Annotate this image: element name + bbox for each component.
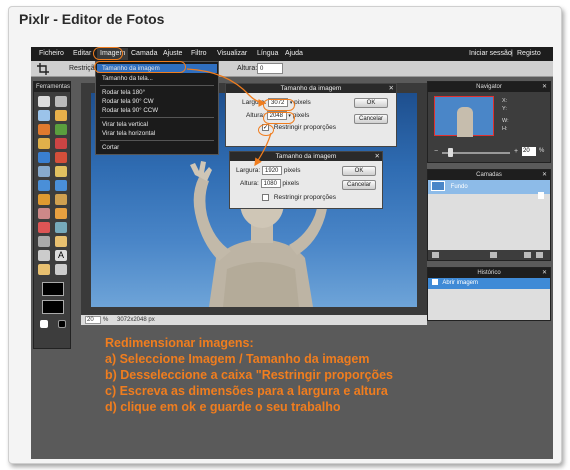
- navigator-thumbnail-statue: [457, 107, 473, 137]
- navigator-w-label: W:: [502, 118, 509, 124]
- pixlr-app: Ficheiro Editar Imagem Camada Ajuste Fil…: [31, 47, 553, 459]
- instruction-step-a: a) Seleccione Imagem / Tamanho da imagem: [105, 352, 370, 366]
- window-title: Pixlr - Editor de Fotos: [19, 11, 165, 27]
- layers-header: Camadas ✕: [428, 170, 550, 180]
- layers-panel: Camadas ✕ Fundo: [427, 169, 551, 261]
- instructions-overlay: Redimensionar imagens: a) Seleccione Ima…: [105, 335, 393, 415]
- navigator-panel: Navigator ✕ X: Y: W: H: − + 20 %: [427, 81, 551, 163]
- layers-title: Camadas: [476, 172, 502, 178]
- navigator-close-icon[interactable]: ✕: [542, 82, 547, 92]
- navigator-y-label: Y:: [502, 106, 507, 112]
- screenshot-card: Pixlr - Editor de Fotos Ficheiro Editar …: [8, 6, 562, 464]
- layer-thumbnail: [431, 181, 445, 192]
- zoom-in-icon[interactable]: +: [514, 148, 518, 155]
- history-title: Histórico: [477, 270, 501, 276]
- instruction-step-b: b) Desseleccione a caixa "Restringir pro…: [105, 368, 393, 382]
- navigator-x-label: X:: [502, 98, 508, 104]
- instruction-step-d: d) clique em ok e guarde o seu trabalho: [105, 400, 341, 414]
- delete-layer-icon[interactable]: [536, 252, 543, 258]
- layer-mask-icon[interactable]: [490, 252, 497, 258]
- history-close-icon[interactable]: ✕: [542, 268, 547, 278]
- layer-name: Fundo: [450, 184, 468, 190]
- layers-close-icon[interactable]: ✕: [542, 170, 547, 180]
- history-entry-label: Abrir imagem: [442, 280, 479, 286]
- new-layer-icon[interactable]: [524, 252, 531, 258]
- zoom-out-icon[interactable]: −: [434, 148, 438, 155]
- navigator-zoom-input[interactable]: 20: [522, 147, 536, 156]
- navigator-thumbnail[interactable]: [434, 96, 494, 137]
- navigator-zoom-unit: %: [539, 148, 545, 154]
- navigator-h-label: H:: [502, 126, 508, 132]
- history-entry-icon: [432, 279, 438, 286]
- navigator-title: Navigator: [476, 84, 502, 90]
- history-entry[interactable]: Abrir imagem: [428, 278, 550, 289]
- instruction-heading: Redimensionar imagens:: [105, 336, 254, 350]
- layers-list: Fundo: [428, 180, 550, 250]
- history-header: Histórico ✕: [428, 268, 550, 278]
- instruction-step-c: c) Escreva as dimensões para a largura e…: [105, 384, 388, 398]
- layer-row-background[interactable]: Fundo: [428, 180, 550, 199]
- layer-settings-icon[interactable]: [432, 252, 439, 258]
- history-panel: Histórico ✕ Abrir imagem: [427, 267, 551, 321]
- history-list: Abrir imagem: [428, 278, 550, 320]
- navigator-header: Navigator ✕: [428, 82, 550, 92]
- zoom-slider-handle[interactable]: [448, 148, 453, 157]
- layer-lock-icon[interactable]: [538, 192, 544, 199]
